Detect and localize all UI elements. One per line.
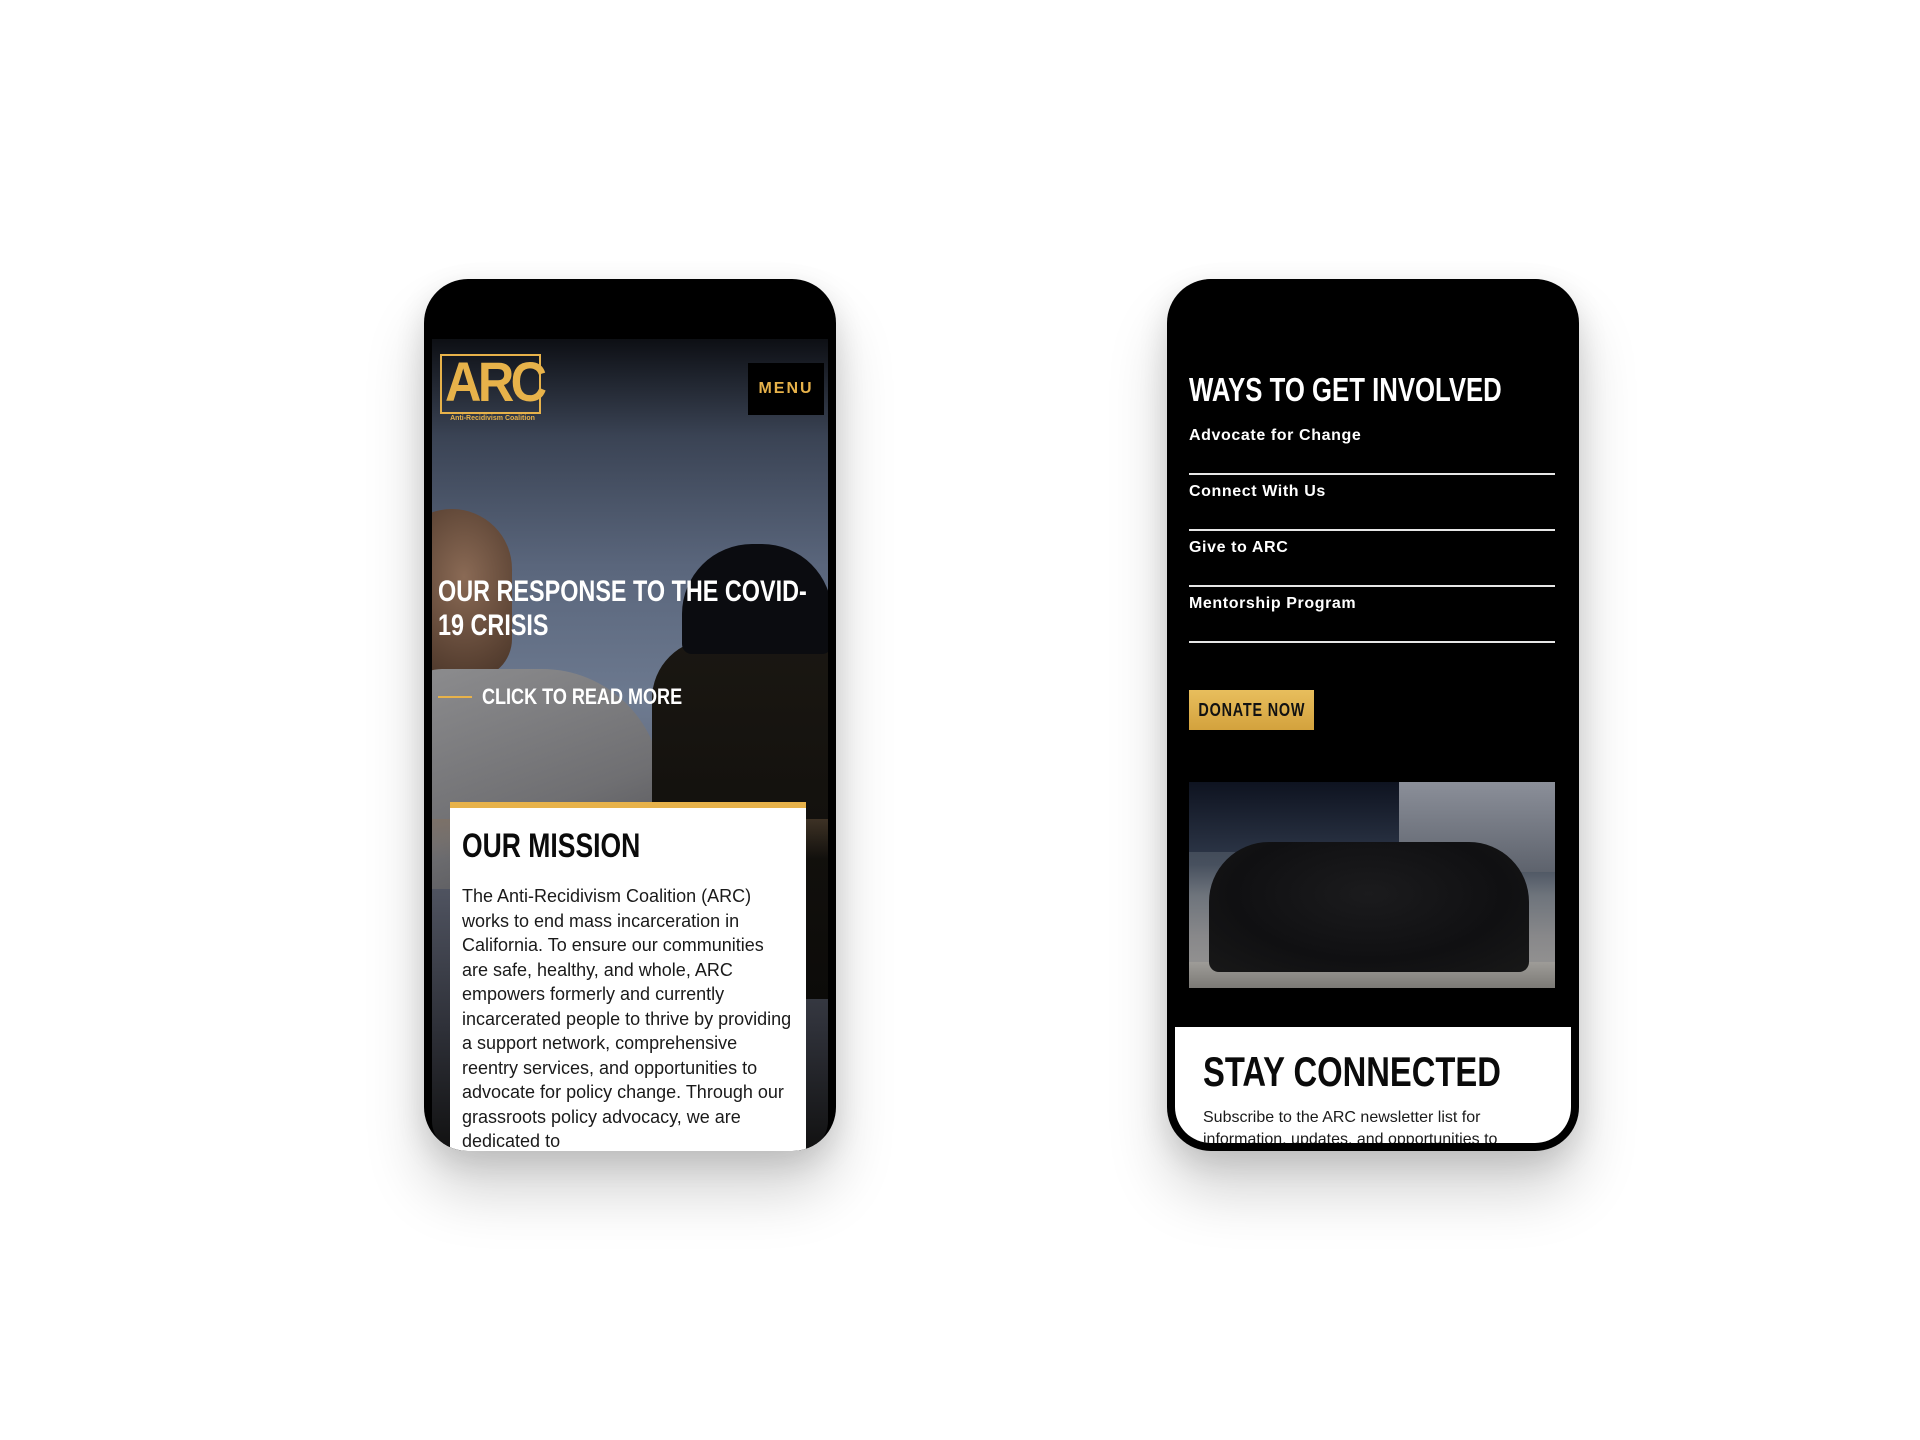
involved-list: Advocate for Change Connect With Us Give…	[1189, 419, 1555, 643]
mission-body: The Anti-Recidivism Coalition (ARC) work…	[462, 886, 792, 1151]
logo-wordmark: ARC	[445, 350, 547, 413]
phone-mockup-left: ARC Anti-Recidivism Coalition MENU OUR R…	[424, 279, 836, 1151]
team-photo-group	[1209, 842, 1529, 972]
connect-body: Subscribe to the ARC newsletter list for…	[1203, 1109, 1498, 1143]
read-more-label: CLICK TO READ MORE	[482, 684, 683, 709]
involved-title: WAYS TO GET INVOLVED	[1189, 371, 1502, 408]
arc-logo[interactable]: ARC Anti-Recidivism Coalition	[440, 350, 547, 424]
mission-card: OUR MISSION The Anti-Recidivism Coalitio…	[450, 802, 806, 1151]
involved-item-give[interactable]: Give to ARC	[1189, 531, 1555, 587]
involved-item-mentorship[interactable]: Mentorship Program	[1189, 587, 1555, 643]
menu-button[interactable]: MENU	[748, 363, 824, 415]
phone-mockup-right: WAYS TO GET INVOLVED Advocate for Change…	[1167, 279, 1579, 1151]
link-accent-line	[438, 696, 472, 698]
stay-connected-card: STAY CONNECTED Subscribe to the ARC news…	[1175, 1027, 1571, 1143]
team-photo	[1189, 782, 1555, 988]
involved-screen: WAYS TO GET INVOLVED Advocate for Change…	[1175, 279, 1571, 1143]
donate-button[interactable]: DONATE NOW	[1189, 690, 1314, 730]
logo-subtitle: Anti-Recidivism Coalition	[450, 415, 535, 422]
mission-title: OUR MISSION	[462, 827, 641, 865]
hero-title: OUR RESPONSE TO THE COVID-19 CRISIS	[438, 575, 807, 642]
involved-item-advocate[interactable]: Advocate for Change	[1189, 419, 1555, 475]
home-screen: ARC Anti-Recidivism Coalition MENU OUR R…	[432, 339, 828, 1151]
read-more-link[interactable]: CLICK TO READ MORE	[438, 684, 726, 710]
involved-item-connect[interactable]: Connect With Us	[1189, 475, 1555, 531]
connect-title: STAY CONNECTED	[1203, 1048, 1501, 1095]
donate-label: DONATE NOW	[1198, 699, 1305, 720]
